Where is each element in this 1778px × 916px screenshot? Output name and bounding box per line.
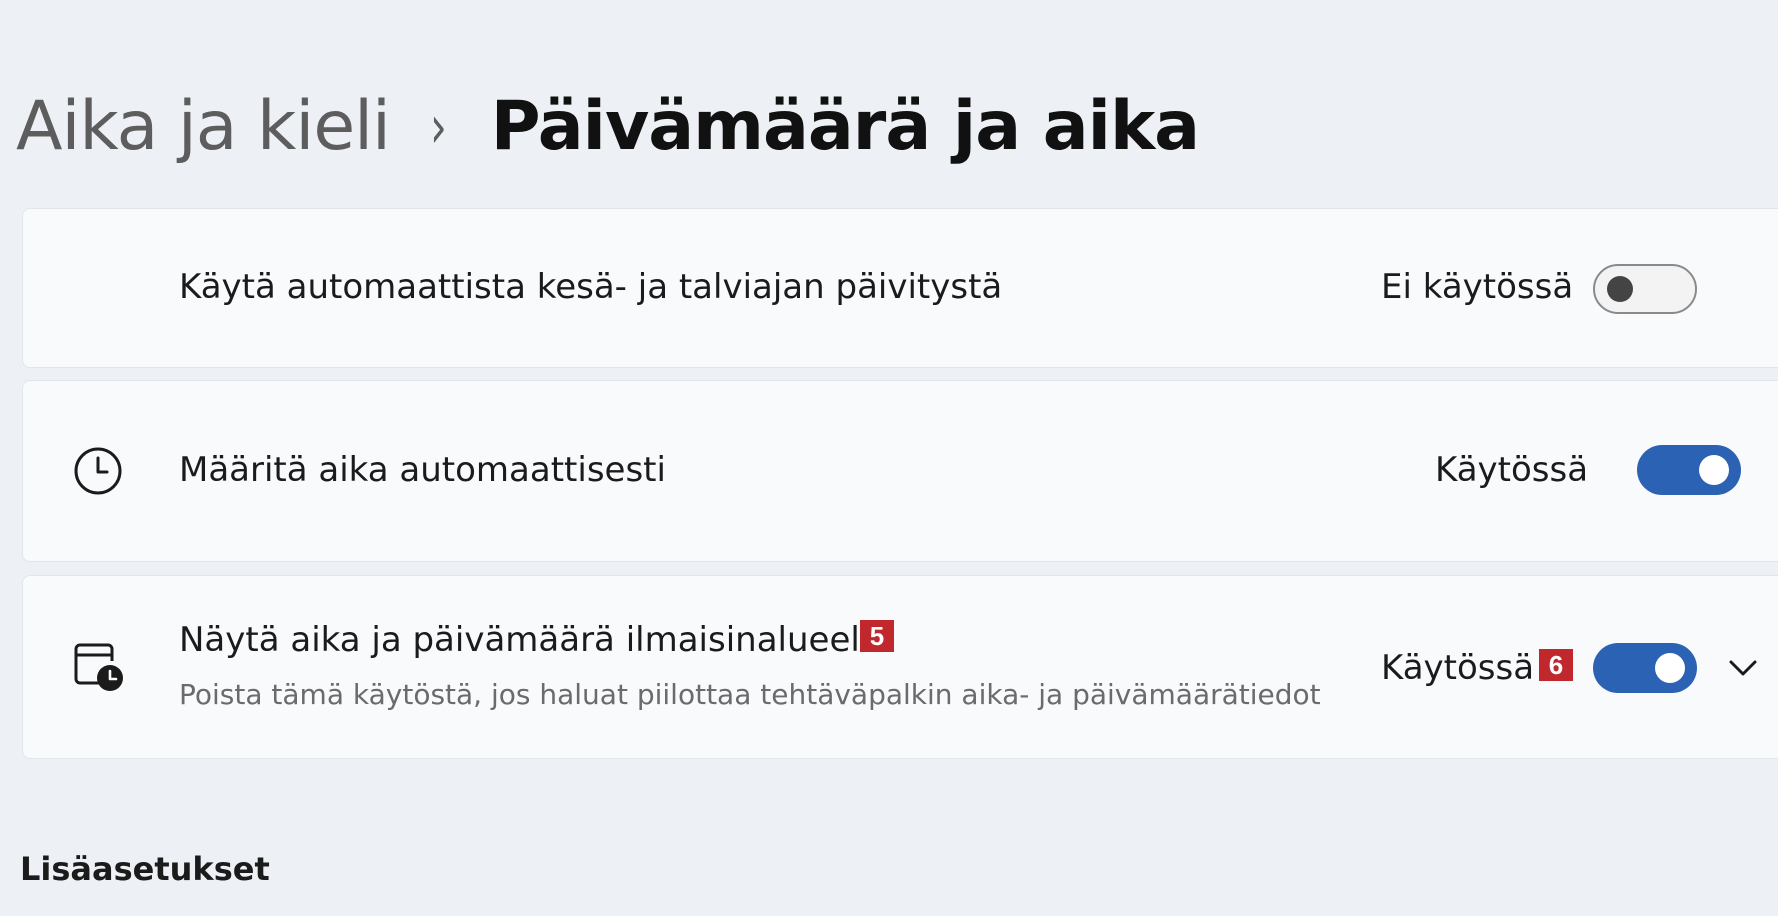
setting-title-show-tray-time: Näytä aika ja päivämäärä ilmaisinalueell… xyxy=(179,620,891,660)
section-title-additional-settings: Lisäasetukset xyxy=(20,850,270,888)
setting-title-dst: Käytä automaattista kesä- ja talviajan p… xyxy=(179,267,1003,307)
toggle-knob xyxy=(1655,653,1685,683)
toggle-switch-auto-time[interactable] xyxy=(1637,445,1741,495)
toggle-knob xyxy=(1607,276,1633,302)
setting-card-dst: Käytä automaattista kesä- ja talviajan p… xyxy=(22,208,1778,368)
calendar-clock-icon xyxy=(74,643,123,691)
annotation-badge-title: 5 xyxy=(860,620,894,652)
annotation-badge-state: 6 xyxy=(1539,649,1573,681)
setting-title-auto-time: Määritä aika automaattisesti xyxy=(179,450,666,490)
toggle-knob xyxy=(1699,455,1729,485)
page-title: Päivämäärä ja aika xyxy=(490,86,1200,166)
breadcrumb-separator-chevron-icon: › xyxy=(429,91,447,161)
toggle-switch-show-tray-time[interactable] xyxy=(1593,643,1697,693)
toggle-switch-dst[interactable] xyxy=(1593,264,1697,314)
breadcrumb-parent-link[interactable]: Aika ja kieli xyxy=(16,87,391,166)
toggle-state-label-dst: Ei käytössä xyxy=(1381,267,1574,307)
setting-card-auto-time: Määritä aika automaattisesti Käytössä xyxy=(22,380,1778,562)
breadcrumb: Aika ja kieli › Päivämäärä ja aika xyxy=(16,78,1200,174)
chevron-down-icon[interactable] xyxy=(1723,648,1763,688)
setting-description-show-tray-time: Poista tämä käytöstä, jos haluat piilott… xyxy=(179,678,1321,711)
clock-icon xyxy=(74,447,122,495)
setting-card-show-tray-time: Näytä aika ja päivämäärä ilmaisinalueell… xyxy=(22,575,1778,759)
toggle-state-label-auto-time: Käytössä xyxy=(1435,450,1589,490)
toggle-state-label-show-tray-time: Käytössä xyxy=(1381,648,1535,688)
